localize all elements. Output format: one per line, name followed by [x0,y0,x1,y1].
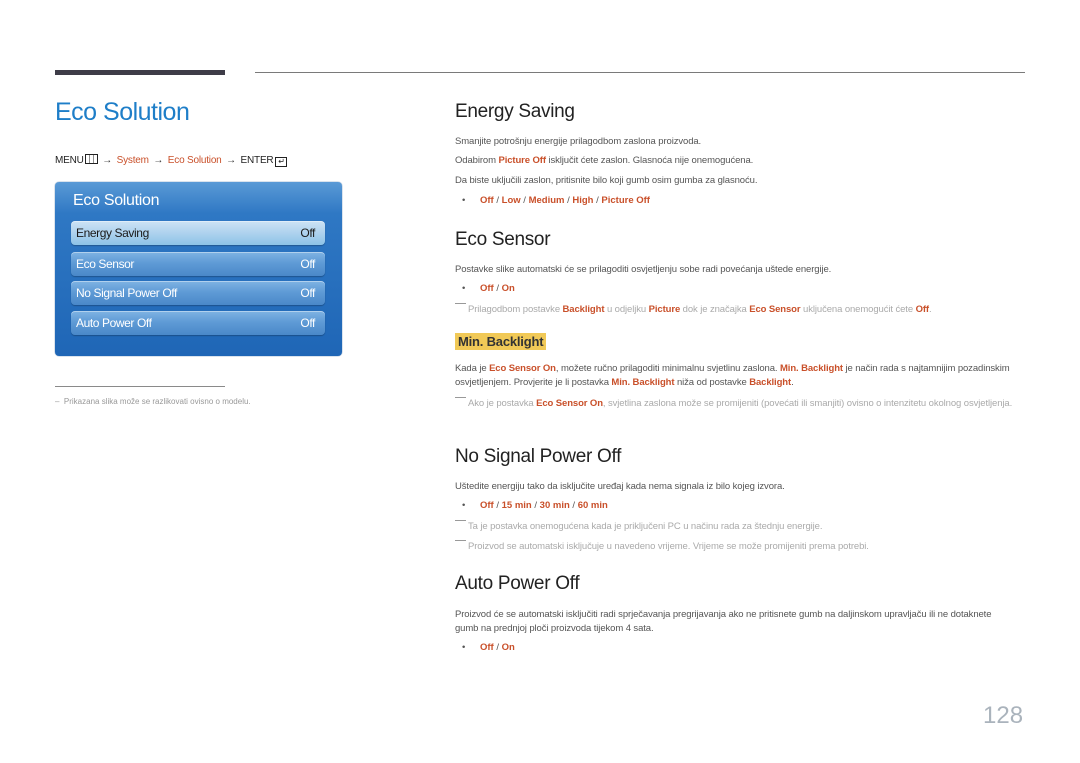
osd-item-label: Eco Sensor [76,257,135,271]
osd-item-value: Off [300,257,315,271]
osd-item-energy-saving[interactable]: Energy Saving Off [71,221,325,245]
paragraph: Uštedite energiju tako da isključite ure… [455,481,785,492]
osd-item-eco-sensor[interactable]: Eco Sensor Off [71,252,325,276]
arrow-icon: → [226,155,236,166]
enter-label: ENTER [240,155,274,166]
arrow-icon: → [102,155,113,166]
footnote: – Prikazana slika može se razlikovati ov… [55,397,251,406]
osd-item-label: Energy Saving [76,226,149,240]
section-title-no-signal-power-off: No Signal Power Off [455,446,622,467]
paragraph: Odabirom Picture Off isključit ćete zasl… [455,155,754,166]
osd-item-auto-power-off[interactable]: Auto Power Off Off [71,311,325,335]
menu-label: MENU [55,155,84,166]
subsection-title-min-backlight: Min. Backlight [455,333,547,350]
page-number: 128 [983,702,1024,729]
osd-item-label: No Signal Power Off [76,286,177,300]
note: Ta je postavka onemogućena kada je prikl… [455,520,823,532]
path-system: System [116,155,149,166]
osd-item-value: Off [300,316,315,330]
section-title-eco-sensor: Eco Sensor [455,229,551,250]
paragraph: Kada je Eco Sensor On, možete ručno pril… [455,363,1010,388]
paragraph: Postavke slike automatski će se prilagod… [455,264,832,275]
paragraph: Da biste uključili zaslon, pritisnite bi… [455,175,758,186]
osd-menu-panel: Eco Solution Energy Saving Off Eco Senso… [55,182,342,356]
paragraph: Smanjite potrošnju energije prilagodbom … [455,136,702,147]
options-list: • Off / On [462,283,515,294]
osd-item-value: Off [300,226,315,240]
menu-icon [84,154,98,164]
path-eco-solution: Eco Solution [167,155,222,166]
footnote-divider [55,386,225,387]
menu-path: MENU → System → Eco Solution → ENTER ↵ [55,154,288,167]
paragraph: Proizvod će se automatski isključiti rad… [455,609,992,634]
section-title-auto-power-off: Auto Power Off [455,573,580,594]
arrow-icon: → [153,155,164,166]
note: Proizvod se automatski isključuje u nave… [455,540,869,552]
options-list: • Off / Low / Medium / High / Picture Off [462,195,650,206]
osd-item-value: Off [300,286,315,300]
options-list: • Off / 15 min / 30 min / 60 min [462,500,608,511]
osd-item-label: Auto Power Off [76,316,152,330]
note: Prilagodbom postavke Backlight u odjeljk… [455,303,932,315]
osd-title: Eco Solution [73,192,160,209]
section-title-energy-saving: Energy Saving [455,101,575,122]
options-list: • Off / On [462,642,515,653]
footnote-text: Prikazana slika može se razlikovati ovis… [63,397,251,406]
osd-item-no-signal-power-off[interactable]: No Signal Power Off Off [71,281,325,305]
header-rule-thin [255,72,1025,73]
page-title: Eco Solution [55,98,190,126]
enter-icon: ↵ [275,157,288,167]
note: Ako je postavka Eco Sensor On, svjetlina… [455,397,1033,411]
header-rule-thick [55,70,225,75]
